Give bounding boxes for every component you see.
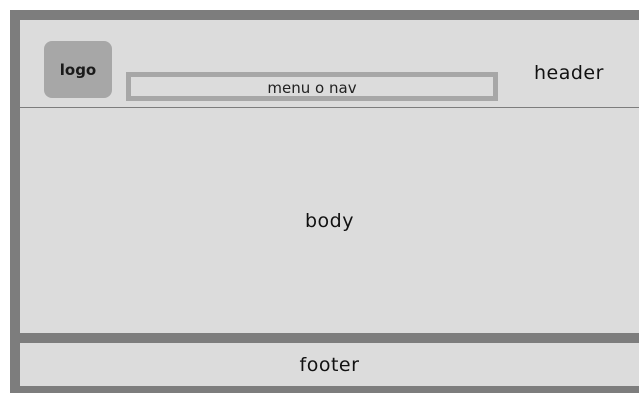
nav-menu-box: menu o nav xyxy=(126,72,498,101)
logo-label: logo xyxy=(59,60,97,79)
footer-section: footer xyxy=(20,343,639,386)
header-label: header xyxy=(534,62,604,84)
layout-frame: logo menu o nav header body footer xyxy=(10,10,639,393)
nav-menu-label: menu o nav xyxy=(267,79,357,97)
footer-label: footer xyxy=(299,353,360,376)
body-section: body xyxy=(20,108,639,333)
body-label: body xyxy=(305,209,354,232)
header-section: logo menu o nav header xyxy=(20,20,639,107)
logo-box: logo xyxy=(44,41,112,98)
